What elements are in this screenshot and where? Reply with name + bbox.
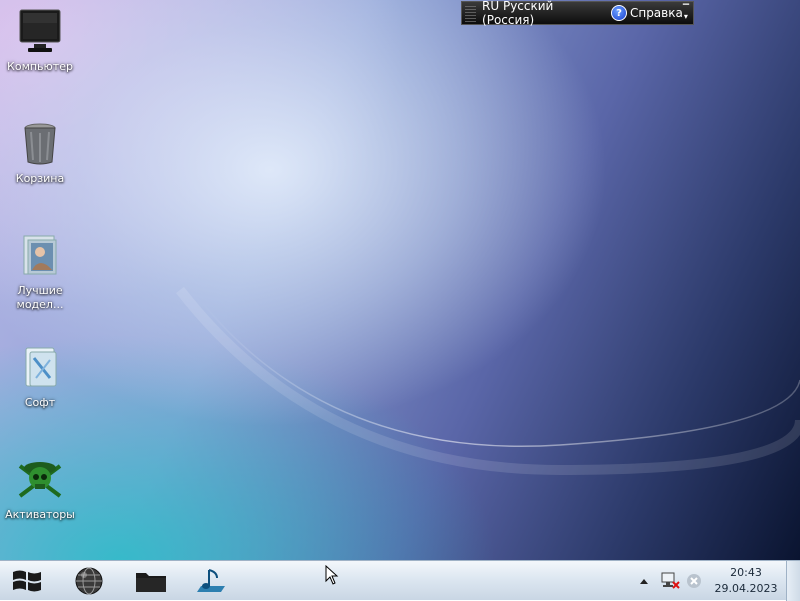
clock[interactable]: 20:43 29.04.2023 <box>706 565 786 597</box>
desktop-icon-label: Активаторы <box>5 508 75 521</box>
desktop-icon-computer[interactable]: Компьютер <box>4 8 76 74</box>
desktop-icon-label: Компьютер <box>7 60 73 73</box>
taskbar: 20:43 29.04.2023 <box>0 560 800 601</box>
help-icon: ? <box>610 5 627 21</box>
clock-time: 20:43 <box>730 566 762 579</box>
desktop-icon-label: Лучшие модел... <box>16 284 64 311</box>
start-button[interactable] <box>7 565 47 597</box>
taskbar-explorer-button[interactable] <box>131 565 171 597</box>
tray-network[interactable] <box>658 561 682 601</box>
windows-logo-icon <box>13 570 41 592</box>
help-button[interactable]: ? Справка <box>610 5 683 21</box>
pirate-skull-icon <box>18 462 62 498</box>
desktop-icon-label: Софт <box>24 396 56 409</box>
options-arrow-icon[interactable]: ▔ ▾ <box>683 5 689 21</box>
software-folder-icon <box>25 347 57 387</box>
desktop-icon-label: Корзина <box>15 172 65 185</box>
tray-close-circle[interactable] <box>684 561 704 601</box>
desktop[interactable]: Компьютер Корзина Лучшие модел... Софт А… <box>0 0 800 560</box>
desktop-icon-activators[interactable]: Активаторы <box>4 456 76 522</box>
globe-icon <box>75 567 103 595</box>
language-bar[interactable]: RU Русский (Россия) ? Справка ▔ ▾ <box>461 0 694 27</box>
recycle-bin-icon <box>24 123 56 165</box>
desktop-icon-soft[interactable]: Софт <box>4 344 76 410</box>
taskbar-browser-button[interactable] <box>69 565 109 597</box>
mouse-cursor-icon <box>325 565 339 585</box>
language-indicator[interactable]: RU Русский (Россия) <box>482 0 599 27</box>
show-hidden-icons-button[interactable] <box>636 561 652 601</box>
network-disconnected-icon <box>661 572 680 589</box>
music-note-icon <box>197 569 225 592</box>
desktop-icon-best-models[interactable]: Лучшие модел... <box>4 232 76 312</box>
close-circle-icon <box>687 574 701 588</box>
image-folder-icon <box>23 235 57 275</box>
clock-date: 29.04.2023 <box>714 582 778 595</box>
show-desktop-button[interactable] <box>786 561 800 601</box>
help-label: Справка <box>629 6 683 20</box>
computer-icon <box>19 9 61 52</box>
folder-icon <box>136 573 166 592</box>
drag-grip-icon[interactable] <box>465 4 477 22</box>
desktop-icon-recycle-bin[interactable]: Корзина <box>4 120 76 186</box>
wallpaper-swoosh <box>176 286 800 476</box>
taskbar-media-button[interactable] <box>191 565 231 597</box>
show-hidden-icons-arrow <box>640 579 648 584</box>
